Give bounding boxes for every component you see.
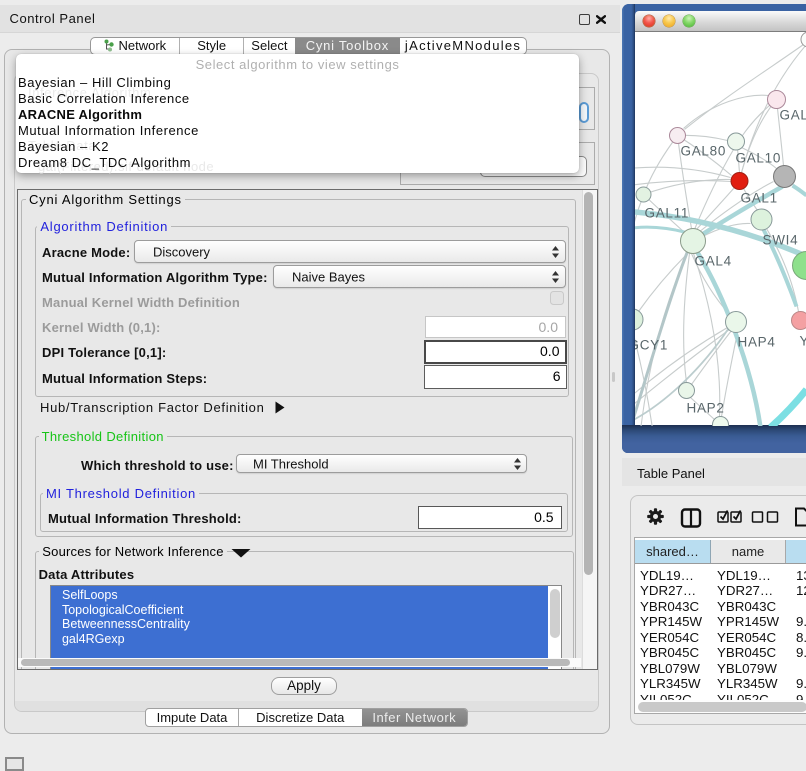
svg-text:Y: Y	[799, 333, 806, 348]
svg-text:GAL: GAL	[779, 107, 806, 122]
svg-text:GAL80: GAL80	[680, 143, 726, 158]
svg-text:GAL1: GAL1	[740, 190, 777, 205]
svg-text:SWI4: SWI4	[762, 232, 798, 247]
svg-text:HAP4: HAP4	[737, 334, 775, 349]
svg-text:GCY1: GCY1	[635, 337, 668, 352]
svg-text:HAP2: HAP2	[686, 400, 724, 415]
svg-text:GAL10: GAL10	[735, 150, 781, 165]
svg-text:GAL4: GAL4	[694, 253, 731, 268]
svg-text:GAL11: GAL11	[644, 205, 689, 220]
